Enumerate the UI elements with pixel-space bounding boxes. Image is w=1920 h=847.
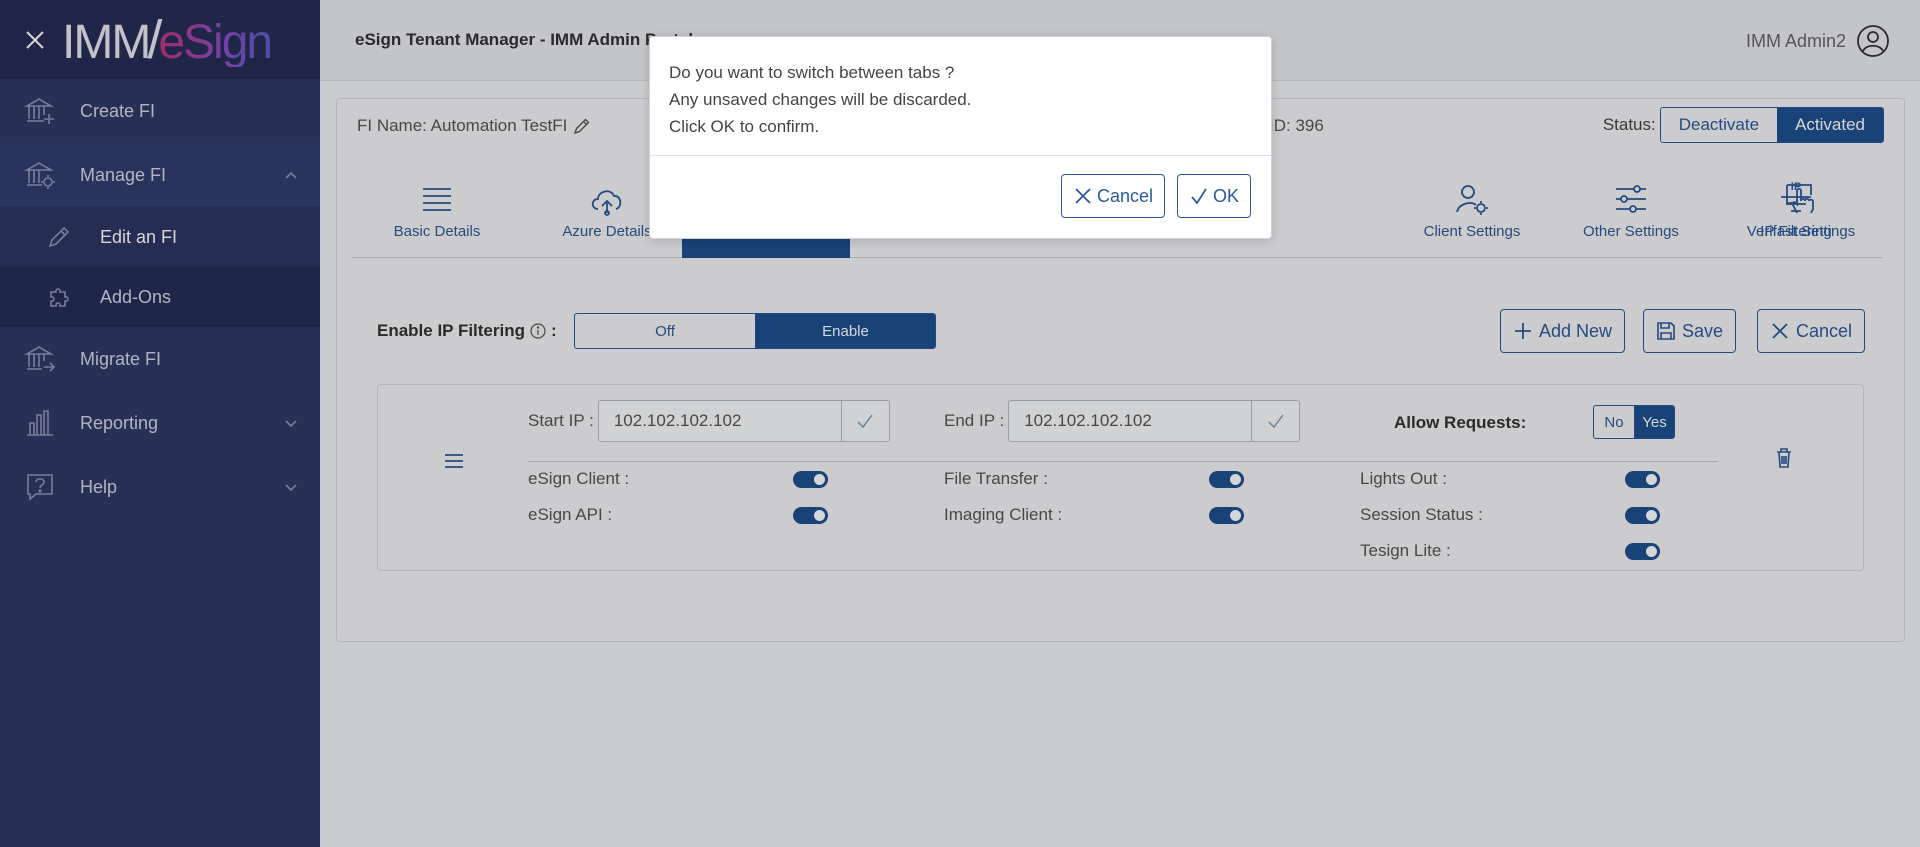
close-icon [1075, 188, 1091, 204]
check-icon [1191, 188, 1207, 205]
dialog-message: Do you want to switch between tabs ? Any… [650, 37, 1271, 156]
dialog-cancel-button[interactable]: Cancel [1060, 174, 1165, 218]
confirm-dialog: Do you want to switch between tabs ? Any… [649, 36, 1272, 239]
dialog-buttons: Cancel OK [1060, 174, 1251, 218]
dialog-ok-button[interactable]: OK [1176, 174, 1251, 218]
